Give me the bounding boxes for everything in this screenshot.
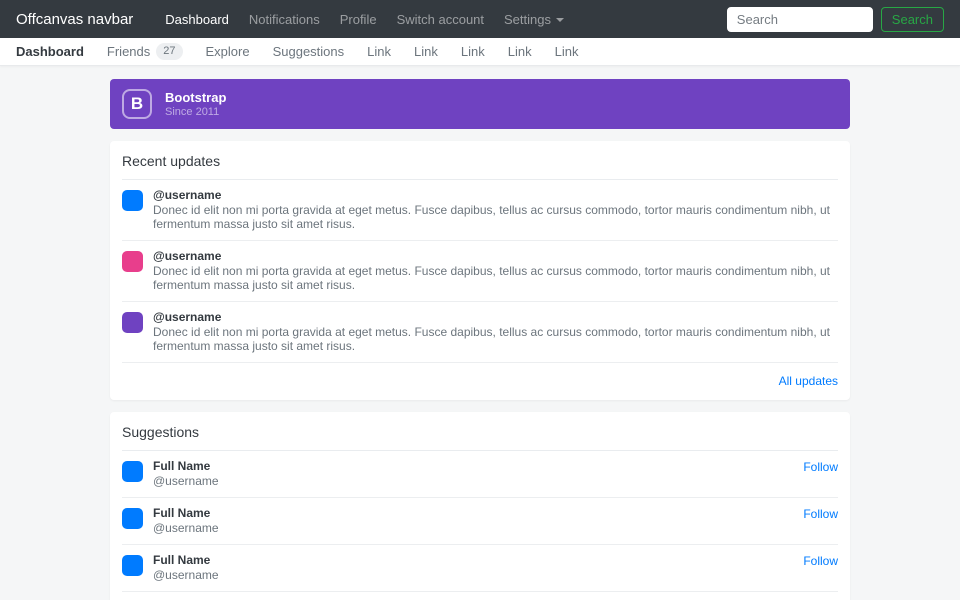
update-text: Donec id elit non mi porta gravida at eg… xyxy=(153,325,838,353)
user-avatar xyxy=(122,251,143,272)
subnav-item-friends[interactable]: Friends 27 xyxy=(107,43,183,60)
update-body: @username Donec id elit non mi porta gra… xyxy=(153,188,838,231)
user-avatar xyxy=(122,461,143,482)
nav-item-notifications[interactable]: Notifications xyxy=(239,12,330,27)
user-avatar xyxy=(122,508,143,529)
update-row: @username Donec id elit non mi porta gra… xyxy=(122,180,838,241)
suggestion-body: Full Name @username xyxy=(153,459,803,488)
search-button[interactable]: Search xyxy=(881,7,944,32)
settings-label: Settings xyxy=(504,12,551,27)
banner-subtitle: Since 2011 xyxy=(165,106,226,118)
bootstrap-banner: B Bootstrap Since 2011 xyxy=(110,79,850,129)
user-avatar xyxy=(122,555,143,576)
update-text: Donec id elit non mi porta gravida at eg… xyxy=(153,203,838,231)
suggestion-full-name: Full Name xyxy=(153,506,803,520)
all-suggestions-link[interactable]: All suggestions xyxy=(122,592,838,600)
banner-title: Bootstrap xyxy=(165,90,226,105)
friends-count-badge: 27 xyxy=(156,43,182,60)
search-form: Search xyxy=(727,7,944,32)
navbar-brand[interactable]: Offcanvas navbar xyxy=(16,11,133,28)
suggestion-body: Full Name @username xyxy=(153,553,803,582)
subnav-item-link-4[interactable]: Link xyxy=(508,44,532,59)
subnav-item-link-3[interactable]: Link xyxy=(461,44,485,59)
secondary-navbar: Dashboard Friends27 Explore Suggestions … xyxy=(0,38,960,66)
follow-button[interactable]: Follow xyxy=(803,506,838,521)
suggestion-full-name: Full Name xyxy=(153,553,803,567)
main-content: B Bootstrap Since 2011 Recent updates @u… xyxy=(110,79,850,600)
nav-item-settings-dropdown[interactable]: Settings xyxy=(494,12,574,27)
suggestion-row: Full Name @username Follow xyxy=(122,545,838,592)
subnav-item-link-1[interactable]: Link xyxy=(367,44,391,59)
suggestion-row: Full Name @username Follow xyxy=(122,451,838,498)
bootstrap-logo-icon: B xyxy=(122,89,152,119)
subnav-item-explore[interactable]: Explore xyxy=(206,44,250,59)
update-row: @username Donec id elit non mi porta gra… xyxy=(122,302,838,363)
subnav-item-link-2[interactable]: Link xyxy=(414,44,438,59)
suggestions-card: Suggestions Full Name @username Follow F… xyxy=(110,412,850,600)
suggestion-full-name: Full Name xyxy=(153,459,803,473)
suggestion-username: @username xyxy=(153,568,803,582)
suggestion-row: Full Name @username Follow xyxy=(122,498,838,545)
user-avatar xyxy=(122,190,143,211)
banner-text: Bootstrap Since 2011 xyxy=(165,90,226,118)
subnav-item-dashboard[interactable]: Dashboard xyxy=(16,44,84,59)
subnav-item-suggestions[interactable]: Suggestions xyxy=(273,44,345,59)
update-text: Donec id elit non mi porta gravida at eg… xyxy=(153,264,838,292)
update-body: @username Donec id elit non mi porta gra… xyxy=(153,310,838,353)
top-nav-links: Dashboard Notifications Profile Switch a… xyxy=(155,12,574,27)
update-username: @username xyxy=(153,310,838,324)
recent-updates-title: Recent updates xyxy=(122,153,838,180)
caret-down-icon xyxy=(556,18,564,22)
suggestion-body: Full Name @username xyxy=(153,506,803,535)
subnav-item-link-5[interactable]: Link xyxy=(555,44,579,59)
follow-button[interactable]: Follow xyxy=(803,553,838,568)
friends-label: Friends xyxy=(107,44,150,59)
update-username: @username xyxy=(153,249,838,263)
follow-button[interactable]: Follow xyxy=(803,459,838,474)
all-updates-link[interactable]: All updates xyxy=(122,363,838,388)
suggestions-title: Suggestions xyxy=(122,424,838,451)
top-navbar: Offcanvas navbar Dashboard Notifications… xyxy=(0,0,960,38)
update-body: @username Donec id elit non mi porta gra… xyxy=(153,249,838,292)
nav-item-profile[interactable]: Profile xyxy=(330,12,387,27)
suggestion-username: @username xyxy=(153,474,803,488)
search-input[interactable] xyxy=(727,7,873,32)
nav-item-dashboard[interactable]: Dashboard xyxy=(155,12,239,27)
update-row: @username Donec id elit non mi porta gra… xyxy=(122,241,838,302)
nav-item-switch-account[interactable]: Switch account xyxy=(387,12,494,27)
update-username: @username xyxy=(153,188,838,202)
recent-updates-card: Recent updates @username Donec id elit n… xyxy=(110,141,850,400)
user-avatar xyxy=(122,312,143,333)
suggestion-username: @username xyxy=(153,521,803,535)
